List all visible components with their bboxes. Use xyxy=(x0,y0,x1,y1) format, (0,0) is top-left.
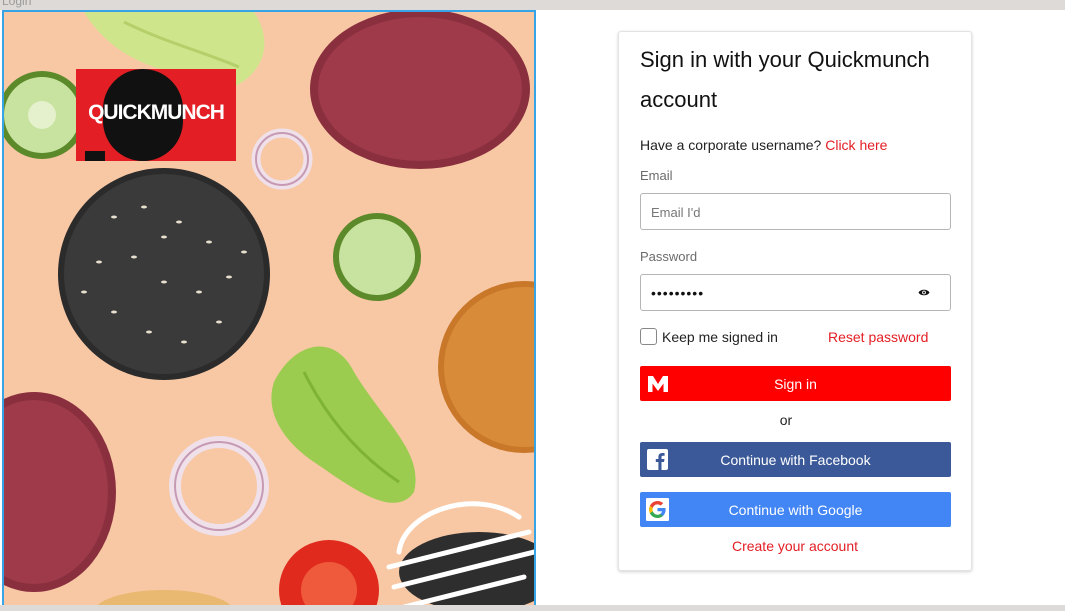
reset-password-link[interactable]: Reset password xyxy=(828,329,928,345)
password-label: Password xyxy=(640,249,698,264)
hero-image: QUICKMUNCH xyxy=(2,10,536,611)
corporate-login-link[interactable]: Click here xyxy=(825,137,887,153)
corporate-prompt: Have a corporate username? Click here xyxy=(640,137,887,153)
quickmunch-m-icon xyxy=(646,372,669,395)
google-login-button[interactable]: Continue with Google xyxy=(640,492,951,527)
sign-in-label: Sign in xyxy=(774,375,817,392)
keep-signed-in[interactable]: Keep me signed in xyxy=(640,328,778,345)
email-input[interactable] xyxy=(651,202,911,222)
google-icon xyxy=(646,498,669,521)
or-divider: or xyxy=(779,412,793,428)
password-input[interactable]: ••••••••• xyxy=(651,283,704,303)
logo-text: QUICKMUNCH xyxy=(88,101,225,124)
email-label: Email xyxy=(640,168,673,183)
keep-signed-in-checkbox[interactable] xyxy=(640,328,657,345)
login-title: Sign in with your Quickmunch account xyxy=(640,47,930,112)
email-field[interactable] xyxy=(640,193,951,230)
window-title: Login xyxy=(2,0,32,8)
create-account-link[interactable]: Create your account xyxy=(619,538,971,554)
corporate-prompt-text: Have a corporate username? xyxy=(640,137,822,153)
login-card: Sign in with your Quickmunch account Hav… xyxy=(618,31,972,571)
window-titlebar: Login xyxy=(0,0,1065,10)
keep-signed-in-label[interactable]: Keep me signed in xyxy=(662,329,778,345)
sign-in-button[interactable]: Sign in xyxy=(640,366,951,401)
quickmunch-logo: QUICKMUNCH xyxy=(76,69,236,161)
show-password-icon[interactable] xyxy=(918,288,930,297)
facebook-icon xyxy=(647,449,668,470)
facebook-login-button[interactable]: Continue with Facebook xyxy=(640,442,951,477)
google-login-label: Continue with Google xyxy=(728,501,863,518)
password-field[interactable]: ••••••••• xyxy=(640,274,951,311)
window-bottom-edge xyxy=(0,605,1065,611)
facebook-login-label: Continue with Facebook xyxy=(720,451,871,468)
